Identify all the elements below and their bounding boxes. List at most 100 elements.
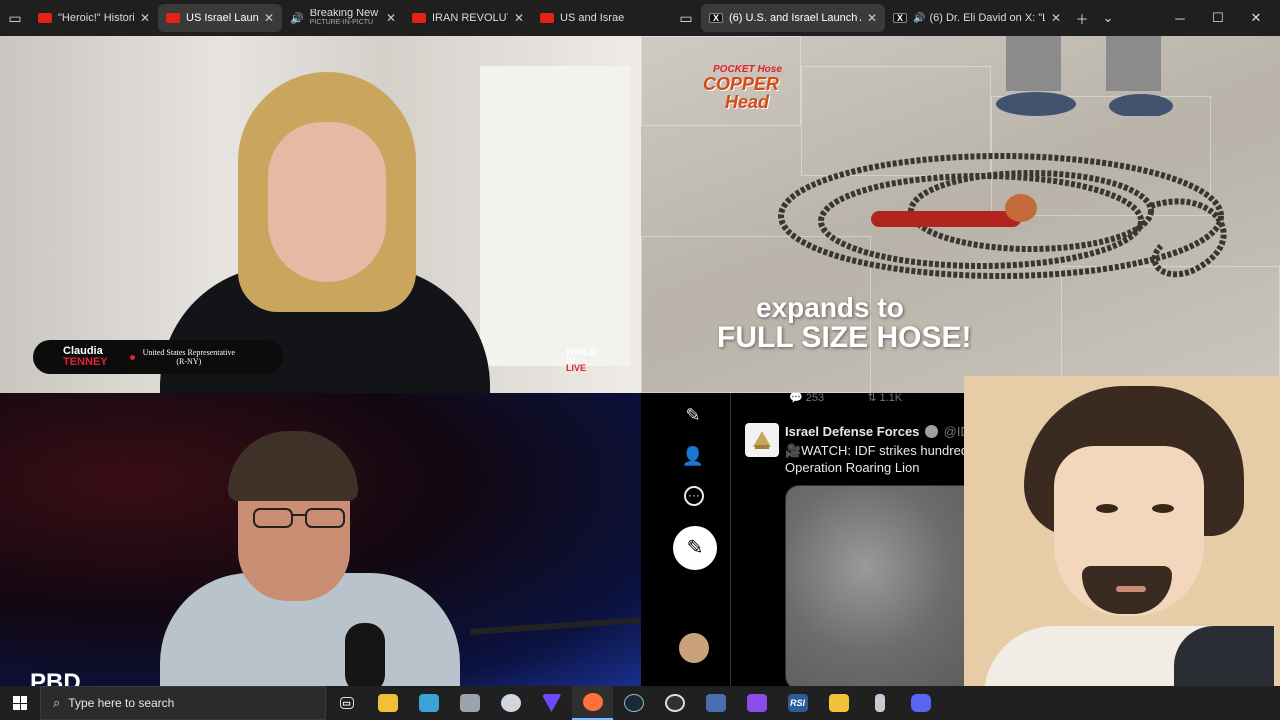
taskbar-search-box[interactable]: ⌕ Type here to search: [40, 686, 326, 720]
close-icon[interactable]: ✕: [386, 11, 396, 25]
mic-boom-arm: [469, 617, 641, 635]
avatar-eye-left: [1096, 504, 1118, 513]
tab-title: US Israel Launch A: [186, 12, 258, 24]
ad-headline-line1: expands to: [756, 292, 904, 323]
avatar-eye-right: [1152, 504, 1174, 513]
close-icon[interactable]: ✕: [514, 11, 524, 25]
tab-list-chevron-icon[interactable]: ⌄: [1095, 4, 1121, 32]
search-icon: ⌕: [53, 695, 61, 710]
tab-x-eli-david[interactable]: X 🔊 (6) Dr. Eli David on X: "LMAO ✕: [885, 4, 1069, 32]
reply-icon[interactable]: 💬: [789, 393, 803, 404]
store-icon[interactable]: [408, 686, 449, 720]
task-view-icon[interactable]: ▭: [326, 686, 367, 720]
app-icon[interactable]: [695, 686, 736, 720]
app-icon[interactable]: [449, 686, 490, 720]
avatar-mouth: [1116, 586, 1146, 592]
youtube-icon: [540, 13, 554, 23]
video-panel-interview[interactable]: Claudia TENNEY United States Representat…: [0, 36, 641, 393]
pbd-watermark: PBD: [30, 669, 81, 686]
streamer-avatar-panel: [964, 376, 1280, 686]
tab-title: (6) U.S. and Israel Launch Airstri: [729, 12, 861, 24]
discord-icon[interactable]: [900, 686, 941, 720]
tab-iran-revolution[interactable]: IRAN REVOLUTION ✕: [404, 4, 532, 32]
app-icon[interactable]: [859, 686, 900, 720]
start-button[interactable]: [0, 686, 40, 720]
tab-title-block: Breaking New PICTURE-IN-PICTU: [310, 9, 380, 27]
tweet-author[interactable]: Israel Defense Forces: [785, 424, 919, 439]
x-logo-icon: X: [893, 13, 907, 23]
close-icon[interactable]: ✕: [140, 11, 150, 25]
speaker-icon: 🔊: [913, 12, 926, 24]
maximize-icon[interactable]: ☐: [1199, 4, 1237, 32]
idf-avatar[interactable]: [745, 423, 779, 457]
tweet-handle[interactable]: @IDF: [944, 424, 964, 439]
reply-count: 253: [805, 393, 825, 404]
tab-actions-icon[interactable]: ▭: [671, 4, 701, 32]
windows-taskbar: ⌕ Type here to search ▭ RSI: [0, 686, 1280, 720]
app-icon[interactable]: [736, 686, 777, 720]
tab-us-and-israel[interactable]: US and Israel A: [532, 4, 632, 32]
glasses-icon: [253, 508, 345, 528]
speaker-face: [268, 122, 386, 282]
tab-title: US and Israel A: [560, 12, 624, 24]
tab-actions-icon[interactable]: ▭: [0, 4, 30, 32]
obs-icon[interactable]: [654, 686, 695, 720]
tweet-stats: 💬 253 ⇅ 1.1K: [789, 393, 902, 404]
tweet-line2: Operation Roaring Lion: [785, 460, 920, 475]
file-explorer-icon[interactable]: [367, 686, 408, 720]
rsi-launcher-icon[interactable]: RSI: [777, 686, 818, 720]
tweet-video[interactable]: [785, 485, 964, 686]
tab-title: IRAN REVOLUTION: [432, 12, 508, 24]
app-icon[interactable]: [490, 686, 531, 720]
video-panel-ad[interactable]: POCKET Hose COPPER Head expands to FULL …: [641, 36, 1280, 393]
lower-third-name: Claudia TENNEY: [63, 346, 108, 368]
verified-badge-icon: [925, 425, 939, 438]
minimize-icon[interactable]: ─: [1161, 4, 1199, 32]
logo-head-text: Head: [725, 92, 770, 112]
more-icon[interactable]: ···: [684, 486, 704, 506]
host-hair: [228, 431, 358, 501]
lower-third-banner: Claudia TENNEY United States Representat…: [33, 340, 283, 374]
tweet-body: 🎥WATCH: IDF strikes hundred Operation Ro…: [785, 442, 964, 476]
tab-x-airstrikes[interactable]: X (6) U.S. and Israel Launch Airstri ✕: [701, 4, 885, 32]
wired-in-live-logo: WIRED IN LIVE: [566, 348, 596, 373]
person-legs: [996, 36, 1173, 116]
red-dot-icon: [129, 354, 135, 360]
bug-line3: LIVE: [566, 363, 587, 373]
tab-title: "Heroic!" Historian: [58, 12, 134, 24]
microphone: [345, 623, 385, 686]
profile-icon[interactable]: 👤: [681, 444, 705, 468]
ad-headline-line2: FULL SIZE HOSE!: [717, 321, 972, 354]
close-icon[interactable]: ✕: [867, 11, 877, 25]
right-browser-tabbar: ▭ X (6) U.S. and Israel Launch Airstri ✕…: [641, 0, 1280, 36]
close-icon[interactable]: ✕: [264, 11, 274, 25]
name-last: TENNEY: [63, 356, 108, 368]
steam-icon[interactable]: [613, 686, 654, 720]
app-icon[interactable]: [818, 686, 859, 720]
proton-vpn-icon[interactable]: [531, 686, 572, 720]
speaker-icon: 🔊: [290, 12, 304, 25]
tab-breaking-news[interactable]: 🔊 Breaking New PICTURE-IN-PICTU ✕: [282, 4, 404, 32]
left-browser-tabbar: ▭ "Heroic!" Historian ✕ US Israel Launch…: [0, 0, 641, 36]
tweet-author-line[interactable]: Israel Defense Forces @IDF: [785, 424, 964, 439]
close-icon[interactable]: ✕: [1051, 11, 1061, 25]
lower-third-title: United States Representative (R-NY): [143, 348, 235, 366]
search-placeholder: Type here to search: [68, 696, 175, 710]
retweet-count: 1.1K: [879, 393, 903, 404]
window-close-icon[interactable]: ✕: [1237, 4, 1275, 32]
account-avatar[interactable]: [677, 631, 711, 665]
tab-us-israel-launch[interactable]: US Israel Launch A ✕: [158, 4, 282, 32]
avatar-vest: [1174, 626, 1274, 686]
grok-edit-icon[interactable]: ✎: [681, 403, 705, 427]
new-tab-icon[interactable]: ＋: [1069, 4, 1095, 32]
tab-subtitle: PICTURE-IN-PICTU: [309, 19, 374, 26]
x-sidebar: ✎ 👤 ··· ✎: [641, 393, 731, 686]
youtube-icon: [38, 13, 52, 23]
video-panel-podcast[interactable]: PBD: [0, 393, 641, 686]
firefox-icon[interactable]: [572, 686, 613, 720]
compose-post-button[interactable]: ✎: [673, 526, 717, 570]
tab-heroic-historian[interactable]: "Heroic!" Historian ✕: [30, 4, 158, 32]
youtube-icon: [166, 13, 180, 23]
x-feed-panel: ✎ 👤 ··· ✎ 💬 253 ⇅ 1.1K Israel Defense Fo…: [641, 393, 964, 686]
retweet-icon[interactable]: ⇅: [867, 393, 876, 404]
